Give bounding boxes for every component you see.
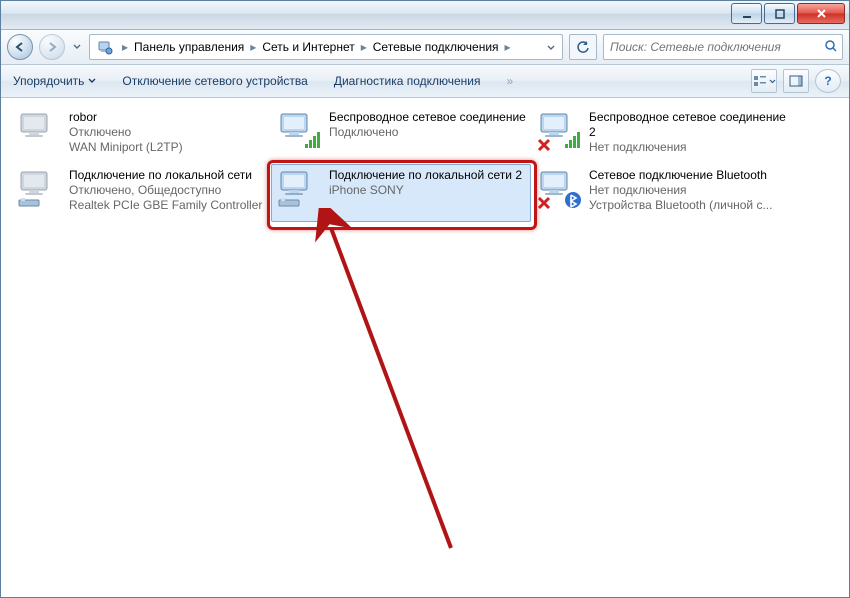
breadcrumb-separator: ▸ xyxy=(118,40,132,54)
connection-name: Беспроводное сетевое соединение 2 xyxy=(589,110,787,140)
connections-view: roborОтключеноWAN Miniport (L2TP) Беспро… xyxy=(1,98,849,230)
annotation-arrow xyxy=(301,208,601,598)
help-button[interactable]: ? xyxy=(815,69,841,93)
connection-item[interactable]: Сетевое подключение BluetoothНет подключ… xyxy=(531,164,791,222)
maximize-button[interactable] xyxy=(764,3,795,24)
diagnose-button[interactable]: Диагностика подключения xyxy=(330,72,485,90)
connection-item[interactable]: Подключение по локальной сетиОтключено, … xyxy=(11,164,271,222)
forward-button[interactable] xyxy=(39,34,65,60)
address-bar[interactable]: ▸ Панель управления ▸ Сеть и Интернет ▸ … xyxy=(89,34,563,60)
back-button[interactable] xyxy=(7,34,33,60)
history-dropdown[interactable] xyxy=(71,35,83,59)
connection-name: Сетевое подключение Bluetooth xyxy=(589,168,787,183)
command-bar: Упорядочить Отключение сетевого устройст… xyxy=(1,65,849,98)
navigation-bar: ▸ Панель управления ▸ Сеть и Интернет ▸ … xyxy=(1,30,849,65)
overflow-label: » xyxy=(507,74,514,88)
connection-device: Устройства Bluetooth (личной с... xyxy=(589,198,787,213)
connection-name: Беспроводное сетевое соединение xyxy=(329,110,527,125)
connection-item[interactable]: roborОтключеноWAN Miniport (L2TP) xyxy=(11,106,271,164)
chevron-down-icon xyxy=(547,45,555,51)
maximize-icon xyxy=(775,9,785,19)
network-icon xyxy=(15,110,63,154)
chevron-down-icon xyxy=(73,44,81,50)
connection-name: Подключение по локальной сети xyxy=(69,168,267,183)
close-button[interactable] xyxy=(797,3,845,24)
disable-device-button[interactable]: Отключение сетевого устройства xyxy=(118,72,311,90)
connection-item[interactable]: Подключение по локальной сети 2iPhone SO… xyxy=(271,164,531,222)
connection-device: WAN Miniport (L2TP) xyxy=(69,140,267,155)
connection-name: Подключение по локальной сети 2 xyxy=(329,168,527,183)
breadcrumb-item-1[interactable]: Сеть и Интернет xyxy=(260,40,356,54)
refresh-button[interactable] xyxy=(569,34,597,60)
disable-device-label: Отключение сетевого устройства xyxy=(122,74,307,88)
connection-device: iPhone SONY xyxy=(329,183,527,198)
connection-status: Нет подключения xyxy=(589,140,787,155)
search-input[interactable] xyxy=(608,39,824,55)
organize-label: Упорядочить xyxy=(13,74,84,88)
network-icon xyxy=(275,110,323,154)
minimize-button[interactable] xyxy=(731,3,762,24)
minimize-icon xyxy=(742,9,752,19)
view-icon xyxy=(753,75,767,87)
explorer-window: ▸ Панель управления ▸ Сеть и Интернет ▸ … xyxy=(0,0,850,598)
toolbar-overflow[interactable]: » xyxy=(503,72,518,90)
breadcrumb-item-0[interactable]: Панель управления xyxy=(132,40,246,54)
diagnose-label: Диагностика подключения xyxy=(334,74,481,88)
connection-text: Беспроводное сетевое соединение 2Нет под… xyxy=(589,110,787,155)
connection-status: Отключено, Общедоступно xyxy=(69,183,267,198)
breadcrumb-separator: ▸ xyxy=(246,40,260,54)
connection-status: Нет подключения xyxy=(589,183,787,198)
connection-text: Подключение по локальной сетиОтключено, … xyxy=(69,168,267,213)
title-bar xyxy=(1,1,849,30)
arrow-left-icon xyxy=(14,41,26,53)
connection-device: Realtek PCIe GBE Family Controller xyxy=(69,198,267,213)
connection-text: roborОтключеноWAN Miniport (L2TP) xyxy=(69,110,267,155)
search-icon xyxy=(824,39,838,56)
search-box[interactable] xyxy=(603,34,843,60)
connection-text: Сетевое подключение BluetoothНет подключ… xyxy=(589,168,787,213)
breadcrumb-item-2[interactable]: Сетевые подключения xyxy=(371,40,501,54)
close-icon xyxy=(816,8,827,19)
arrow-right-icon xyxy=(46,41,58,53)
connection-text: Подключение по локальной сети 2iPhone SO… xyxy=(329,168,527,198)
organize-menu[interactable]: Упорядочить xyxy=(9,72,100,90)
view-options-button[interactable] xyxy=(751,69,777,93)
network-icon xyxy=(15,168,63,212)
chevron-down-icon xyxy=(769,79,776,84)
connection-status: Подключено xyxy=(329,125,527,140)
connection-item[interactable]: Беспроводное сетевое соединениеПодключен… xyxy=(271,106,531,164)
refresh-icon xyxy=(576,40,590,54)
network-icon xyxy=(535,110,583,154)
network-icon xyxy=(275,168,323,212)
network-folder-icon xyxy=(96,38,114,56)
chevron-down-icon xyxy=(88,78,96,84)
connection-status: Отключено xyxy=(69,125,267,140)
connection-name: robor xyxy=(69,110,267,125)
preview-pane-button[interactable] xyxy=(783,69,809,93)
connection-text: Беспроводное сетевое соединениеПодключен… xyxy=(329,110,527,140)
connection-item[interactable]: Беспроводное сетевое соединение 2Нет под… xyxy=(531,106,791,164)
address-dropdown[interactable] xyxy=(542,40,560,54)
breadcrumb-separator: ▸ xyxy=(501,40,515,54)
breadcrumb-separator: ▸ xyxy=(357,40,371,54)
preview-pane-icon xyxy=(789,75,803,87)
network-icon xyxy=(535,168,583,212)
help-icon: ? xyxy=(824,74,831,88)
